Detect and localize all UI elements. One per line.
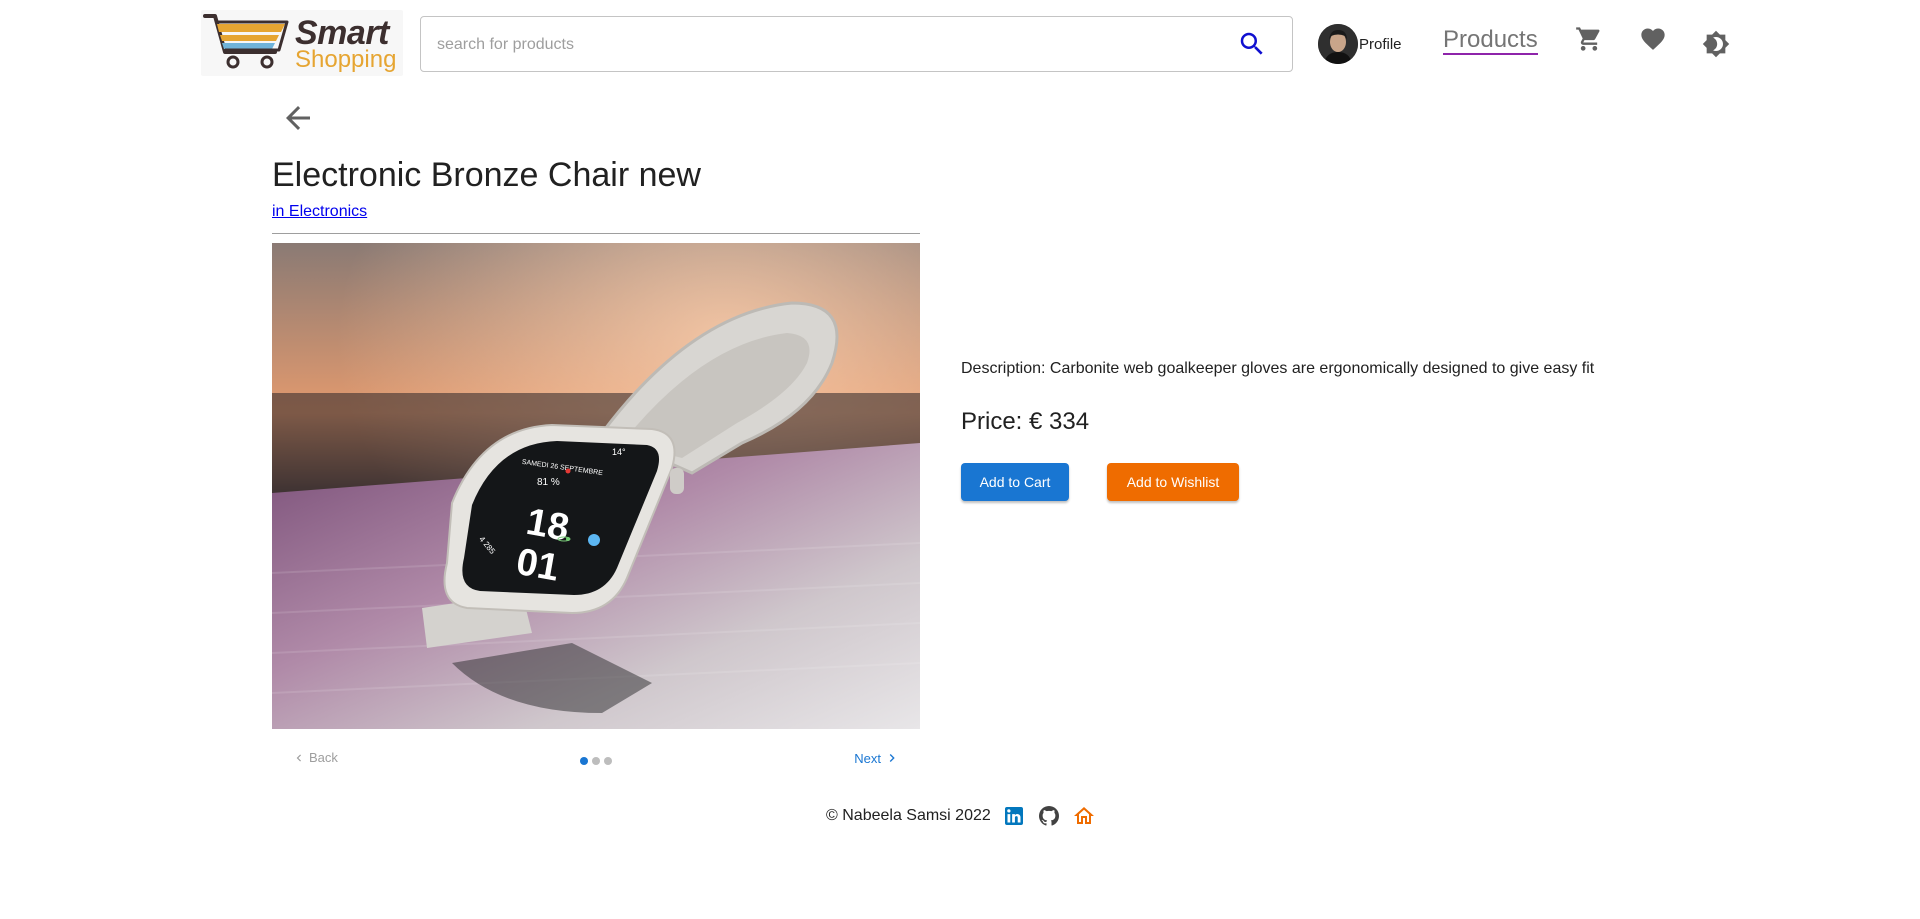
gallery-dots [580,757,612,765]
heart-icon [1641,28,1665,50]
arrow-back-icon [286,106,310,130]
wishlist-button[interactable] [1639,25,1667,53]
chevron-right-icon [889,754,895,762]
logo-text-shopping: Shopping [295,46,397,73]
search-button[interactable] [1237,29,1267,59]
product-price: Price: € 334 [961,408,1090,435]
smartwatch-photo: 81 % 14° SAMEDI 26 SEPTEMBRE 18 01 4 285 [272,243,920,729]
gallery-next-button[interactable]: Next [854,750,900,766]
footer: © Nabeela Samsi 2022 [826,802,1096,830]
gallery-back-button[interactable]: Back [292,750,338,765]
avatar[interactable] [1318,24,1358,64]
gallery-dot [592,757,600,765]
category-link[interactable]: in Electronics [272,203,367,221]
gallery-next-label: Next [854,750,881,766]
profile-link[interactable]: Profile [1359,36,1402,53]
cart-icon [1576,27,1600,51]
theme-toggle-icon [1702,30,1730,58]
avatar-image [1318,24,1358,64]
github-icon[interactable] [1037,804,1061,828]
back-button[interactable] [280,100,316,136]
svg-text:81 %: 81 % [537,477,560,488]
cart-logo-icon [203,14,289,69]
chevron-left-icon [296,754,301,761]
footer-copyright: © Nabeela Samsi 2022 [826,807,991,824]
gallery-dot [580,757,588,765]
search-box [420,16,1293,73]
header: Smart Shopping Profile Products [0,0,1920,88]
linkedin-icon[interactable] [1002,804,1026,828]
nav-products-link[interactable]: Products [1443,27,1538,55]
add-to-wishlist-button[interactable]: Add to Wishlist [1107,463,1239,501]
search-icon [1240,32,1263,55]
search-input[interactable] [435,17,1219,73]
cart-button[interactable] [1575,25,1603,53]
svg-text:14°: 14° [612,447,626,457]
svg-text:01: 01 [513,541,562,590]
gallery-dot [604,757,612,765]
add-to-cart-button[interactable]: Add to Cart [961,463,1069,501]
product-image: 81 % 14° SAMEDI 26 SEPTEMBRE 18 01 4 285 [272,243,920,729]
divider [272,233,920,234]
product-description: Description: Carbonite web goalkeeper gl… [961,360,1595,377]
logo-text-smart: Smart [295,14,389,52]
theme-toggle-button[interactable] [1702,30,1730,58]
gallery-stepper: Back Next [272,742,920,778]
home-icon[interactable] [1072,804,1096,828]
gallery-back-label: Back [309,750,338,765]
product-title: Electronic Bronze Chair new [272,156,701,194]
logo[interactable]: Smart Shopping [201,10,403,76]
